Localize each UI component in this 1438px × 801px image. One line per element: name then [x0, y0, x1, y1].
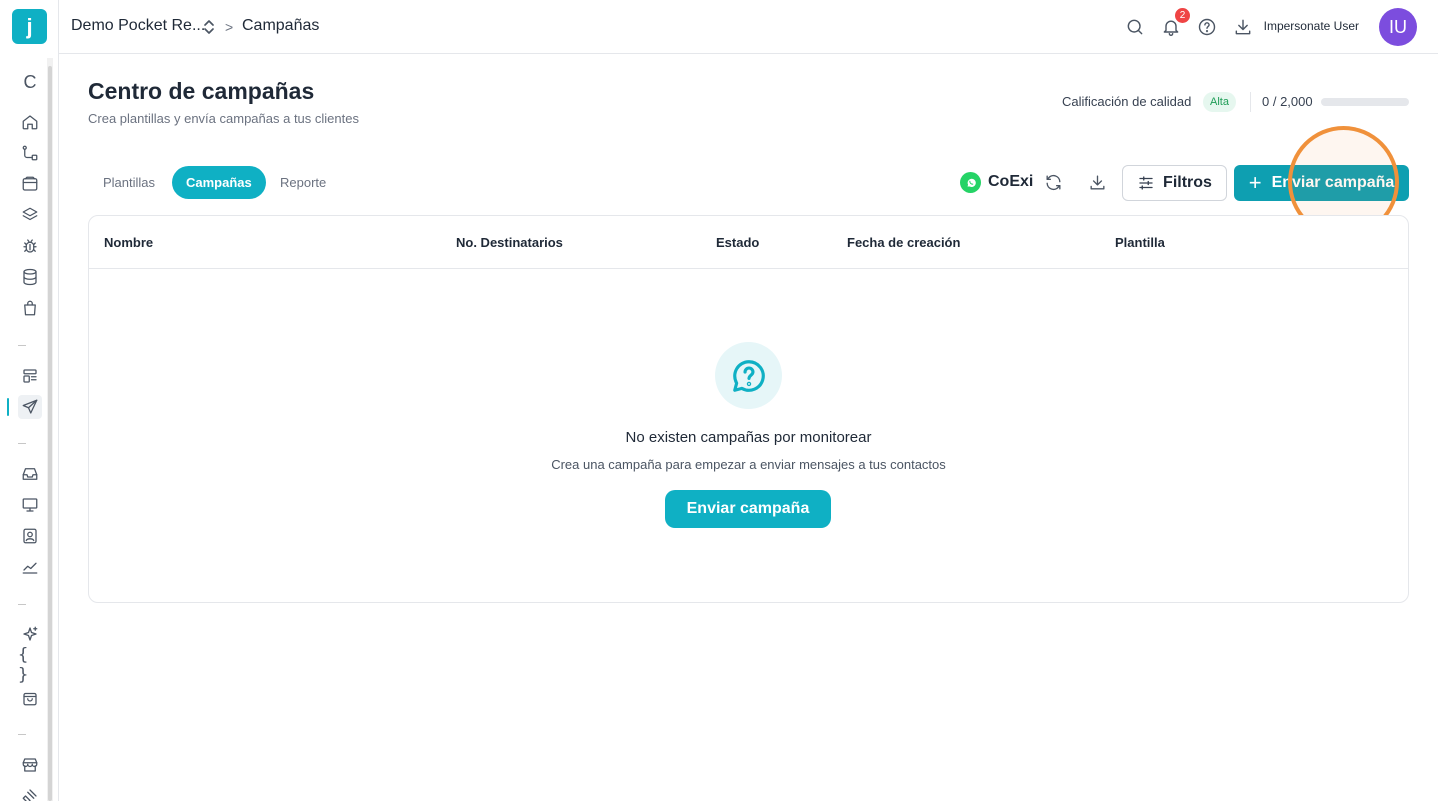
top-bar: Demo Pocket Re... > Campañas 2 Impersona… — [59, 0, 1438, 54]
monitor-icon[interactable] — [18, 493, 42, 517]
sidebar-divider — [18, 345, 26, 346]
column-header-nombre[interactable]: Nombre — [104, 235, 153, 250]
refresh-icon[interactable] — [1041, 170, 1065, 194]
sliders-icon — [1139, 176, 1153, 190]
workspace-selector[interactable]: Demo Pocket Re... — [71, 17, 205, 35]
send-campaign-label: Enviar campaña — [1271, 174, 1395, 191]
table-header: Nombre No. Destinatarios Estado Fecha de… — [89, 216, 1408, 269]
shopping-bag-icon[interactable] — [18, 296, 42, 320]
filters-button[interactable]: Filtros — [1122, 165, 1227, 201]
user-name[interactable]: Impersonate User — [1264, 19, 1359, 33]
home-icon[interactable] — [18, 110, 42, 134]
avatar[interactable]: IU — [1379, 8, 1417, 46]
sidebar: j C { } — [0, 0, 59, 801]
sidebar-scrollbar[interactable] — [47, 58, 53, 801]
search-icon[interactable] — [1123, 15, 1147, 39]
app-logo[interactable]: j — [12, 9, 47, 44]
empty-send-campaign-button[interactable]: Enviar campaña — [665, 490, 831, 528]
send-campaign-button[interactable]: + Enviar campaña — [1234, 165, 1409, 201]
tab-plantillas[interactable]: Plantillas — [89, 166, 169, 199]
database-icon[interactable] — [18, 265, 42, 289]
flow-icon[interactable] — [18, 141, 42, 165]
code-braces-icon[interactable]: { } — [18, 645, 42, 685]
tab-campanas[interactable]: Campañas — [172, 166, 266, 199]
chevron-updown-icon[interactable] — [201, 17, 217, 37]
plug-icon[interactable] — [18, 784, 42, 801]
sidebar-divider — [18, 604, 26, 605]
sparkles-icon[interactable] — [18, 622, 42, 646]
workspace-initial[interactable]: C — [18, 70, 42, 94]
export-icon[interactable] — [1085, 170, 1109, 194]
sidebar-divider — [18, 443, 26, 444]
channel-name[interactable]: CoExi — [988, 173, 1033, 191]
active-indicator — [7, 398, 9, 416]
layers-icon[interactable] — [18, 203, 42, 227]
page-subtitle: Crea plantillas y envía campañas a tus c… — [88, 111, 359, 126]
breadcrumb-separator: > — [225, 19, 234, 35]
plus-icon: + — [1248, 170, 1262, 195]
page-title: Centro de campañas — [88, 78, 315, 104]
empty-state-title: No existen campañas por monitorear — [625, 429, 872, 446]
quality-badge: Alta — [1203, 92, 1236, 112]
quality-label: Calificación de calidad — [1062, 94, 1192, 109]
column-header-fecha[interactable]: Fecha de creación — [847, 235, 960, 250]
inbox-icon[interactable] — [18, 462, 42, 486]
bug-icon[interactable] — [18, 234, 42, 258]
column-header-plantilla[interactable]: Plantilla — [1115, 235, 1165, 250]
store-bag-icon[interactable] — [18, 686, 42, 710]
question-chat-icon — [715, 342, 782, 409]
quota-progress-bar — [1321, 98, 1409, 106]
tab-reporte[interactable]: Reporte — [266, 166, 340, 199]
breadcrumb-current: Campañas — [242, 17, 320, 34]
campaigns-table: Nombre No. Destinatarios Estado Fecha de… — [88, 215, 1409, 603]
empty-state-subtitle: Crea una campaña para empezar a enviar m… — [551, 457, 946, 472]
contact-icon[interactable] — [18, 524, 42, 548]
storefront-icon[interactable] — [18, 753, 42, 777]
filters-label: Filtros — [1163, 174, 1212, 191]
column-header-estado[interactable]: Estado — [716, 235, 759, 250]
templates-icon[interactable] — [18, 364, 42, 388]
divider — [1250, 92, 1251, 112]
quota-text: 0 / 2,000 — [1262, 94, 1313, 109]
column-header-destinatarios[interactable]: No. Destinatarios — [456, 235, 563, 250]
notification-badge: 2 — [1175, 8, 1190, 23]
help-icon[interactable] — [1195, 15, 1219, 39]
scrollbar-thumb[interactable] — [48, 66, 52, 801]
whatsapp-icon — [960, 172, 981, 193]
chart-icon[interactable] — [18, 555, 42, 579]
inbox-tray-icon[interactable] — [18, 172, 42, 196]
download-icon[interactable] — [1231, 15, 1255, 39]
sidebar-divider — [18, 734, 26, 735]
send-icon[interactable] — [18, 395, 42, 419]
